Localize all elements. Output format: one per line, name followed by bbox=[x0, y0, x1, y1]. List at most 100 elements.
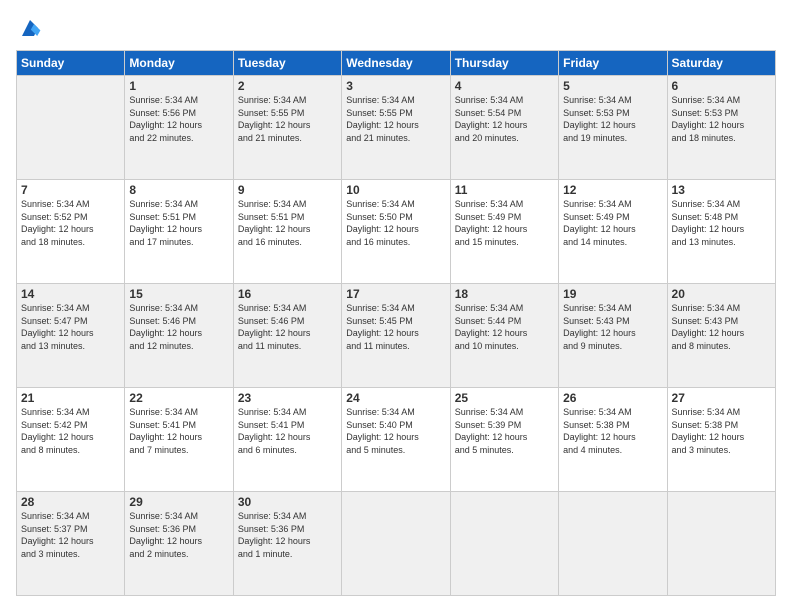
day-info: Sunrise: 5:34 AMSunset: 5:47 PMDaylight:… bbox=[21, 302, 120, 352]
calendar-cell: 6Sunrise: 5:34 AMSunset: 5:53 PMDaylight… bbox=[667, 76, 775, 180]
day-number: 6 bbox=[672, 79, 771, 93]
day-number: 29 bbox=[129, 495, 228, 509]
day-number: 1 bbox=[129, 79, 228, 93]
calendar-cell bbox=[559, 492, 667, 596]
day-header-saturday: Saturday bbox=[667, 51, 775, 76]
day-number: 27 bbox=[672, 391, 771, 405]
day-info: Sunrise: 5:34 AMSunset: 5:46 PMDaylight:… bbox=[238, 302, 337, 352]
calendar-cell: 11Sunrise: 5:34 AMSunset: 5:49 PMDayligh… bbox=[450, 180, 558, 284]
calendar-cell: 26Sunrise: 5:34 AMSunset: 5:38 PMDayligh… bbox=[559, 388, 667, 492]
day-number: 12 bbox=[563, 183, 662, 197]
calendar-cell bbox=[667, 492, 775, 596]
logo-icon bbox=[18, 16, 42, 40]
calendar-cell: 22Sunrise: 5:34 AMSunset: 5:41 PMDayligh… bbox=[125, 388, 233, 492]
day-number: 13 bbox=[672, 183, 771, 197]
day-number: 17 bbox=[346, 287, 445, 301]
day-info: Sunrise: 5:34 AMSunset: 5:45 PMDaylight:… bbox=[346, 302, 445, 352]
calendar-cell bbox=[342, 492, 450, 596]
calendar-cell: 20Sunrise: 5:34 AMSunset: 5:43 PMDayligh… bbox=[667, 284, 775, 388]
day-info: Sunrise: 5:34 AMSunset: 5:49 PMDaylight:… bbox=[563, 198, 662, 248]
day-info: Sunrise: 5:34 AMSunset: 5:43 PMDaylight:… bbox=[563, 302, 662, 352]
day-info: Sunrise: 5:34 AMSunset: 5:42 PMDaylight:… bbox=[21, 406, 120, 456]
header bbox=[16, 16, 776, 40]
calendar-cell: 8Sunrise: 5:34 AMSunset: 5:51 PMDaylight… bbox=[125, 180, 233, 284]
day-info: Sunrise: 5:34 AMSunset: 5:46 PMDaylight:… bbox=[129, 302, 228, 352]
calendar-cell: 19Sunrise: 5:34 AMSunset: 5:43 PMDayligh… bbox=[559, 284, 667, 388]
calendar-cell: 16Sunrise: 5:34 AMSunset: 5:46 PMDayligh… bbox=[233, 284, 341, 388]
calendar-cell: 25Sunrise: 5:34 AMSunset: 5:39 PMDayligh… bbox=[450, 388, 558, 492]
calendar-cell: 30Sunrise: 5:34 AMSunset: 5:36 PMDayligh… bbox=[233, 492, 341, 596]
day-number: 2 bbox=[238, 79, 337, 93]
day-info: Sunrise: 5:34 AMSunset: 5:43 PMDaylight:… bbox=[672, 302, 771, 352]
day-info: Sunrise: 5:34 AMSunset: 5:49 PMDaylight:… bbox=[455, 198, 554, 248]
day-number: 10 bbox=[346, 183, 445, 197]
day-number: 22 bbox=[129, 391, 228, 405]
calendar-cell: 9Sunrise: 5:34 AMSunset: 5:51 PMDaylight… bbox=[233, 180, 341, 284]
day-info: Sunrise: 5:34 AMSunset: 5:38 PMDaylight:… bbox=[672, 406, 771, 456]
calendar-cell: 15Sunrise: 5:34 AMSunset: 5:46 PMDayligh… bbox=[125, 284, 233, 388]
calendar-cell: 21Sunrise: 5:34 AMSunset: 5:42 PMDayligh… bbox=[17, 388, 125, 492]
calendar-cell: 13Sunrise: 5:34 AMSunset: 5:48 PMDayligh… bbox=[667, 180, 775, 284]
day-info: Sunrise: 5:34 AMSunset: 5:36 PMDaylight:… bbox=[238, 510, 337, 560]
calendar-cell: 24Sunrise: 5:34 AMSunset: 5:40 PMDayligh… bbox=[342, 388, 450, 492]
calendar-cell: 28Sunrise: 5:34 AMSunset: 5:37 PMDayligh… bbox=[17, 492, 125, 596]
calendar-cell bbox=[17, 76, 125, 180]
day-info: Sunrise: 5:34 AMSunset: 5:50 PMDaylight:… bbox=[346, 198, 445, 248]
calendar-cell: 18Sunrise: 5:34 AMSunset: 5:44 PMDayligh… bbox=[450, 284, 558, 388]
day-number: 8 bbox=[129, 183, 228, 197]
day-number: 16 bbox=[238, 287, 337, 301]
day-info: Sunrise: 5:34 AMSunset: 5:41 PMDaylight:… bbox=[238, 406, 337, 456]
calendar-cell: 14Sunrise: 5:34 AMSunset: 5:47 PMDayligh… bbox=[17, 284, 125, 388]
day-number: 7 bbox=[21, 183, 120, 197]
calendar-cell: 3Sunrise: 5:34 AMSunset: 5:55 PMDaylight… bbox=[342, 76, 450, 180]
day-info: Sunrise: 5:34 AMSunset: 5:44 PMDaylight:… bbox=[455, 302, 554, 352]
day-header-friday: Friday bbox=[559, 51, 667, 76]
day-info: Sunrise: 5:34 AMSunset: 5:56 PMDaylight:… bbox=[129, 94, 228, 144]
calendar-cell: 2Sunrise: 5:34 AMSunset: 5:55 PMDaylight… bbox=[233, 76, 341, 180]
calendar-cell: 29Sunrise: 5:34 AMSunset: 5:36 PMDayligh… bbox=[125, 492, 233, 596]
day-info: Sunrise: 5:34 AMSunset: 5:51 PMDaylight:… bbox=[129, 198, 228, 248]
day-number: 19 bbox=[563, 287, 662, 301]
calendar-cell: 5Sunrise: 5:34 AMSunset: 5:53 PMDaylight… bbox=[559, 76, 667, 180]
day-number: 28 bbox=[21, 495, 120, 509]
day-info: Sunrise: 5:34 AMSunset: 5:37 PMDaylight:… bbox=[21, 510, 120, 560]
day-number: 20 bbox=[672, 287, 771, 301]
day-info: Sunrise: 5:34 AMSunset: 5:38 PMDaylight:… bbox=[563, 406, 662, 456]
day-header-monday: Monday bbox=[125, 51, 233, 76]
day-info: Sunrise: 5:34 AMSunset: 5:53 PMDaylight:… bbox=[563, 94, 662, 144]
day-number: 30 bbox=[238, 495, 337, 509]
calendar-cell: 4Sunrise: 5:34 AMSunset: 5:54 PMDaylight… bbox=[450, 76, 558, 180]
day-number: 9 bbox=[238, 183, 337, 197]
day-info: Sunrise: 5:34 AMSunset: 5:53 PMDaylight:… bbox=[672, 94, 771, 144]
day-info: Sunrise: 5:34 AMSunset: 5:36 PMDaylight:… bbox=[129, 510, 228, 560]
day-number: 24 bbox=[346, 391, 445, 405]
calendar-cell: 23Sunrise: 5:34 AMSunset: 5:41 PMDayligh… bbox=[233, 388, 341, 492]
calendar-cell: 12Sunrise: 5:34 AMSunset: 5:49 PMDayligh… bbox=[559, 180, 667, 284]
calendar-cell: 1Sunrise: 5:34 AMSunset: 5:56 PMDaylight… bbox=[125, 76, 233, 180]
day-number: 21 bbox=[21, 391, 120, 405]
calendar-cell: 10Sunrise: 5:34 AMSunset: 5:50 PMDayligh… bbox=[342, 180, 450, 284]
day-number: 4 bbox=[455, 79, 554, 93]
day-info: Sunrise: 5:34 AMSunset: 5:40 PMDaylight:… bbox=[346, 406, 445, 456]
logo bbox=[16, 16, 42, 40]
day-header-tuesday: Tuesday bbox=[233, 51, 341, 76]
day-info: Sunrise: 5:34 AMSunset: 5:51 PMDaylight:… bbox=[238, 198, 337, 248]
day-info: Sunrise: 5:34 AMSunset: 5:41 PMDaylight:… bbox=[129, 406, 228, 456]
day-info: Sunrise: 5:34 AMSunset: 5:55 PMDaylight:… bbox=[346, 94, 445, 144]
day-info: Sunrise: 5:34 AMSunset: 5:52 PMDaylight:… bbox=[21, 198, 120, 248]
page: SundayMondayTuesdayWednesdayThursdayFrid… bbox=[0, 0, 792, 612]
day-info: Sunrise: 5:34 AMSunset: 5:48 PMDaylight:… bbox=[672, 198, 771, 248]
day-number: 3 bbox=[346, 79, 445, 93]
day-number: 25 bbox=[455, 391, 554, 405]
day-info: Sunrise: 5:34 AMSunset: 5:54 PMDaylight:… bbox=[455, 94, 554, 144]
day-number: 15 bbox=[129, 287, 228, 301]
calendar-table: SundayMondayTuesdayWednesdayThursdayFrid… bbox=[16, 50, 776, 596]
day-header-sunday: Sunday bbox=[17, 51, 125, 76]
calendar-cell: 7Sunrise: 5:34 AMSunset: 5:52 PMDaylight… bbox=[17, 180, 125, 284]
day-info: Sunrise: 5:34 AMSunset: 5:39 PMDaylight:… bbox=[455, 406, 554, 456]
day-header-thursday: Thursday bbox=[450, 51, 558, 76]
day-number: 26 bbox=[563, 391, 662, 405]
day-header-wednesday: Wednesday bbox=[342, 51, 450, 76]
calendar-cell: 17Sunrise: 5:34 AMSunset: 5:45 PMDayligh… bbox=[342, 284, 450, 388]
day-number: 11 bbox=[455, 183, 554, 197]
